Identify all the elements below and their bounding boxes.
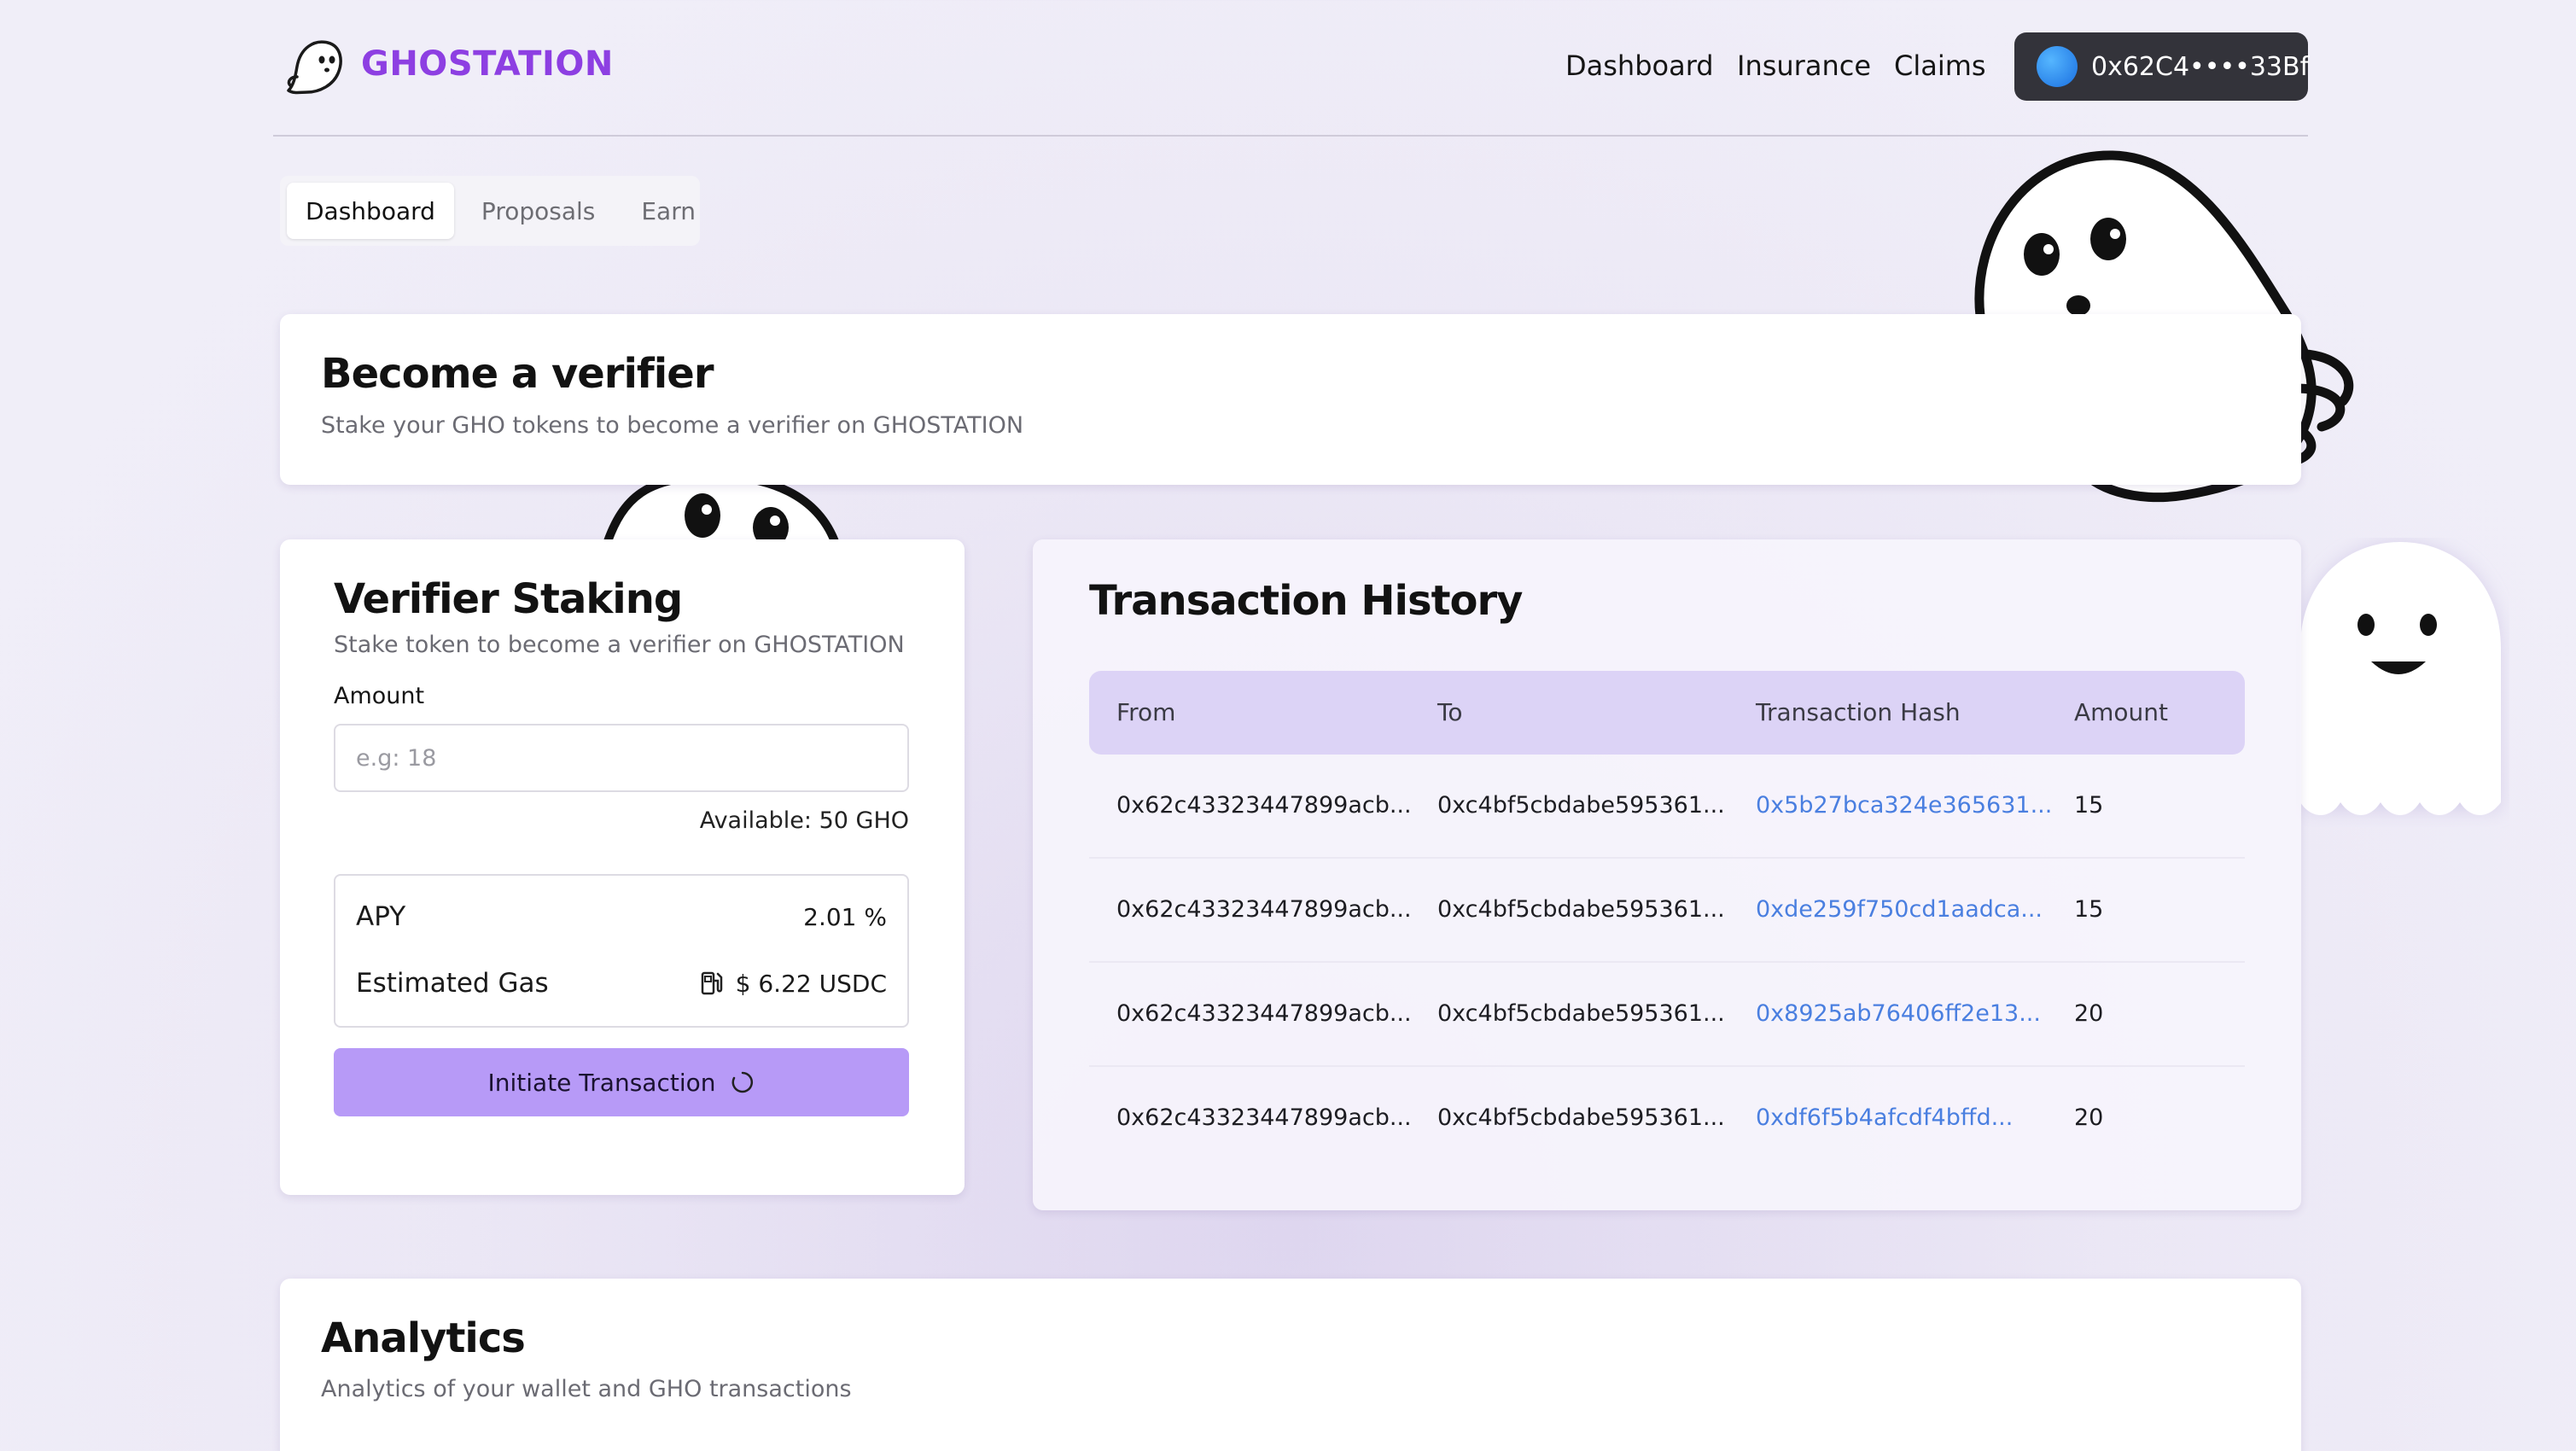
gas-label: Estimated Gas — [356, 968, 549, 999]
staking-title: Verifier Staking — [334, 575, 683, 623]
cell-from: 0x62c43323447899acb... — [1116, 1104, 1412, 1131]
verifier-title: Become a verifier — [321, 350, 714, 398]
tab-earn[interactable]: Earn — [622, 183, 714, 239]
gas-row: Estimated Gas $ 6.22 USDC — [356, 968, 887, 999]
available-balance: Available: 50 GHO — [699, 807, 909, 834]
cell-hash-link[interactable]: 0x8925ab76406ff2e13... — [1756, 1000, 2041, 1027]
col-from: From — [1116, 698, 1176, 726]
cell-from: 0x62c43323447899acb... — [1116, 896, 1412, 923]
gas-value-group: $ 6.22 USDC — [700, 970, 887, 998]
verifier-staking-card: Verifier Staking Stake token to become a… — [280, 539, 965, 1195]
analytics-subtitle: Analytics of your wallet and GHO transac… — [321, 1376, 852, 1402]
tab-proposals[interactable]: Proposals — [463, 183, 614, 239]
nav-dashboard[interactable]: Dashboard — [1565, 50, 1714, 82]
apy-label: APY — [356, 901, 406, 932]
brand-name[interactable]: GHOSTATION — [361, 44, 614, 84]
table-row: 0x62c43323447899acb... 0xc4bf5cbdabe5953… — [1089, 755, 2245, 859]
col-amount: Amount — [2074, 698, 2169, 726]
history-title: Transaction History — [1089, 577, 1523, 625]
staking-subtitle: Stake token to become a verifier on GHOS… — [334, 632, 905, 658]
cell-to: 0xc4bf5cbdabe595361... — [1437, 1000, 1725, 1027]
table-row: 0x62c43323447899acb... 0xc4bf5cbdabe5953… — [1089, 1067, 2245, 1171]
nav-insurance[interactable]: Insurance — [1737, 50, 1871, 82]
cell-from: 0x62c43323447899acb... — [1116, 792, 1412, 819]
gas-pump-icon — [701, 971, 722, 995]
apy-value: 2.01 % — [803, 902, 887, 931]
ghost-logo-icon[interactable] — [282, 34, 347, 99]
cell-from: 0x62c43323447899acb... — [1116, 1000, 1412, 1027]
spinner-icon — [732, 1071, 754, 1093]
wallet-avatar-icon — [2037, 46, 2078, 87]
cell-amount: 15 — [2074, 792, 2104, 819]
nav-claims[interactable]: Claims — [1894, 50, 1986, 82]
tab-bar: Dashboard Proposals Earn — [280, 176, 700, 246]
table-row: 0x62c43323447899acb... 0xc4bf5cbdabe5953… — [1089, 963, 2245, 1067]
analytics-title: Analytics — [321, 1314, 526, 1362]
gas-value: $ 6.22 USDC — [735, 969, 887, 998]
verifier-subtitle: Stake your GHO tokens to become a verifi… — [321, 412, 1024, 439]
cell-hash-link[interactable]: 0xdf6f5b4afcdf4bffd... — [1756, 1104, 2013, 1131]
cell-to: 0xc4bf5cbdabe595361... — [1437, 792, 1725, 819]
wallet-address: 0x62C4••••33Bf — [2091, 51, 2310, 82]
cell-hash-link[interactable]: 0x5b27bca324e365631... — [1756, 792, 2052, 819]
cell-amount: 20 — [2074, 1104, 2104, 1131]
col-to: To — [1437, 698, 1463, 726]
ghost-illustration-right — [2300, 542, 2501, 815]
cell-amount: 15 — [2074, 896, 2104, 923]
initiate-transaction-button[interactable]: Initiate Transaction — [334, 1048, 909, 1116]
transaction-history-card: Transaction History From To Transaction … — [1033, 539, 2301, 1210]
header-divider — [273, 135, 2308, 137]
col-hash: Transaction Hash — [1756, 698, 1961, 726]
cell-to: 0xc4bf5cbdabe595361... — [1437, 1104, 1725, 1131]
staking-info-box: APY 2.01 % Estimated Gas $ 6.22 USDC — [334, 874, 909, 1028]
amount-label: Amount — [334, 683, 425, 709]
table-header: From To Transaction Hash Amount — [1089, 671, 2245, 755]
initiate-transaction-label: Initiate Transaction — [487, 1068, 716, 1097]
cell-to: 0xc4bf5cbdabe595361... — [1437, 896, 1725, 923]
tab-dashboard[interactable]: Dashboard — [287, 183, 454, 239]
amount-input[interactable] — [334, 724, 909, 792]
analytics-card: Analytics Analytics of your wallet and G… — [280, 1279, 2301, 1451]
cell-hash-link[interactable]: 0xde259f750cd1aadca... — [1756, 896, 2043, 923]
table-row: 0x62c43323447899acb... 0xc4bf5cbdabe5953… — [1089, 859, 2245, 963]
become-verifier-card: Become a verifier Stake your GHO tokens … — [280, 314, 2301, 485]
wallet-button[interactable]: 0x62C4••••33Bf — [2014, 32, 2310, 101]
cell-amount: 20 — [2074, 1000, 2104, 1027]
apy-row: APY 2.01 % — [356, 901, 887, 932]
